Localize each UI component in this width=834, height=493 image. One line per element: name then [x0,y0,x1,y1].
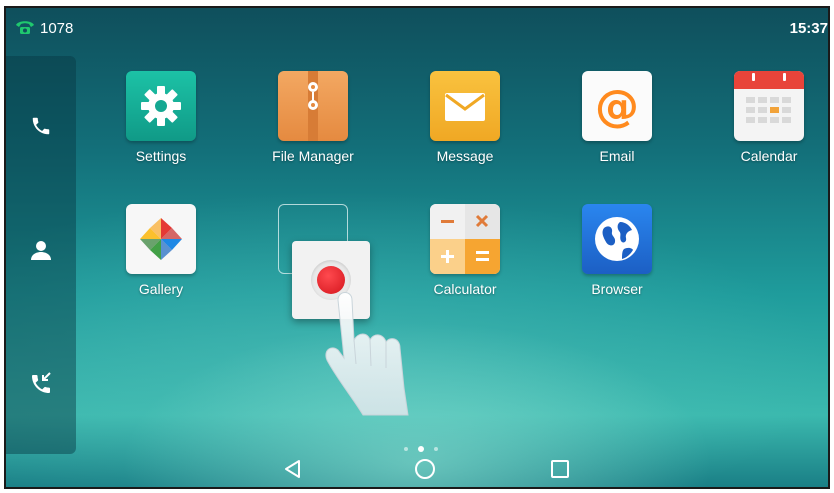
calendar-icon [734,71,804,141]
envelope-icon [430,71,500,141]
page-dot-active [418,446,424,452]
calculator-icon [430,204,500,274]
app-file-manager[interactable]: File Manager [258,71,368,164]
person-icon [29,238,53,266]
tap-hand-icon [308,280,428,420]
app-gallery[interactable]: Gallery [106,204,216,297]
call-button[interactable] [23,110,59,146]
page-indicator [404,446,444,453]
app-settings[interactable]: Settings [106,71,216,164]
phone-icon [30,115,52,141]
folder-icon [278,71,348,141]
app-label: File Manager [272,148,354,164]
home-button[interactable] [410,459,440,483]
app-label: Email [599,148,635,164]
home-circle-icon [414,458,436,484]
call-history-icon [29,372,53,400]
app-message[interactable]: Message [410,71,520,164]
pinwheel-icon [126,204,196,274]
at-sign-icon: @ [582,71,652,141]
app-calendar[interactable]: Calendar [714,71,824,164]
app-email[interactable]: @ Email [562,71,672,164]
contacts-button[interactable] [23,234,59,270]
app-browser[interactable]: Browser [562,204,672,297]
home-screen: 1078 15:37 Settings File Manager Message… [6,8,828,487]
back-button[interactable] [278,459,308,483]
call-history-button[interactable] [23,368,59,404]
phone-line-icon [14,19,36,35]
recents-button[interactable] [545,459,575,483]
app-label: Message [436,148,494,164]
phone-screen-frame: 1078 15:37 Settings File Manager Message… [4,6,830,489]
status-bar: 1078 15:37 [6,8,828,48]
recents-square-icon [550,459,570,483]
app-label: Browser [591,281,643,297]
gear-icon [126,71,196,141]
side-rail [6,56,76,454]
app-label: Settings [135,148,187,164]
back-triangle-icon [283,459,303,483]
app-label: Gallery [138,281,184,297]
navigation-bar [6,455,828,487]
clock: 15:37 [789,20,828,37]
app-label: Calendar [740,148,798,164]
globe-icon [582,204,652,274]
page-dot [404,447,408,451]
line-extension: 1078 [40,20,74,37]
page-dot [434,447,438,451]
svg-text:@: @ [595,81,639,132]
